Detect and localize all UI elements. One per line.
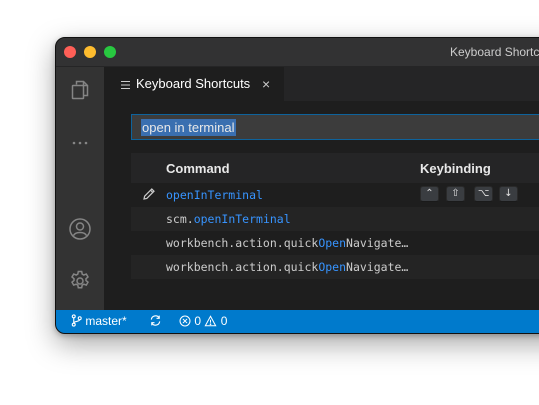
more-icon[interactable] [68,131,92,155]
problems-status[interactable]: 0 0 [179,314,227,329]
error-count: 0 [194,314,202,328]
table-row[interactable]: openInTerminal ⌃ ⇧ ⌥ ↓ [131,183,539,207]
command-prefix: workbench.action.quick [166,236,319,250]
key-option: ⌥ [474,186,493,202]
close-window-button[interactable] [64,46,76,58]
table-row[interactable]: scm.openInTerminal [131,207,539,231]
warning-count: 0 [220,314,228,328]
column-header-command: Command [166,161,230,176]
command-match: openInTerminal [166,188,263,202]
tab-keyboard-shortcuts[interactable]: Keyboard Shortcuts × [104,67,284,101]
tab-bar: Keyboard Shortcuts × [104,67,539,101]
keybindings-table: Command Keybinding openInTerminal ⌃ ⇧ ⌥ … [131,153,539,279]
key-control: ⌃ [420,186,439,202]
table-header: Command Keybinding [131,153,539,183]
tab-label: Keyboard Shortcuts [136,76,251,91]
command-match: Open [318,236,347,250]
branch-status[interactable]: master* [71,314,127,329]
activity-bar [56,67,104,310]
maximize-window-button[interactable] [104,46,116,58]
git-branch-icon [71,314,85,328]
window-title: Keyboard Shortcuts [450,45,539,59]
warning-icon [204,314,220,328]
command-prefix: workbench.action.quick [166,260,319,274]
command-match: openInTerminal [193,212,291,226]
command-id: workbench.action.quickOpenNavigate… [166,260,408,274]
command-match: Open [318,260,347,274]
key-shift: ⇧ [446,186,465,202]
command-suffix: Navigate… [346,236,409,250]
key-down-arrow: ↓ [499,186,518,202]
pencil-icon[interactable] [142,187,156,201]
settings-gear-icon[interactable] [68,269,92,293]
branch-name: master* [85,314,127,328]
screenshot-stage: Keyboard Shortcuts [0,0,539,405]
search-value: open in terminal [141,119,236,136]
table-row[interactable]: workbench.action.quickOpenNavigate… [131,231,539,255]
account-icon[interactable] [68,217,92,241]
explorer-icon[interactable] [68,78,92,102]
command-id: workbench.action.quickOpenNavigate… [166,236,408,250]
minimize-window-button[interactable] [84,46,96,58]
column-header-keybinding: Keybinding [420,161,491,176]
command-prefix: scm. [166,212,194,226]
vscode-window: Keyboard Shortcuts [55,37,539,334]
sync-icon[interactable] [149,314,162,329]
keybindings-search-input[interactable]: open in terminal [131,114,539,140]
status-bar: master* 0 0 [56,310,539,333]
editor-area: Keyboard Shortcuts × open in terminal Co… [104,67,539,310]
keyboard-shortcuts-icon [121,78,130,89]
title-bar: Keyboard Shortcuts [56,38,539,67]
command-id: scm.openInTerminal [166,212,291,226]
command-suffix: Navigate… [346,260,409,274]
error-icon [179,314,194,328]
command-id: openInTerminal [166,188,263,202]
table-row[interactable]: workbench.action.quickOpenNavigate… [131,255,539,279]
close-icon[interactable]: × [262,76,270,92]
